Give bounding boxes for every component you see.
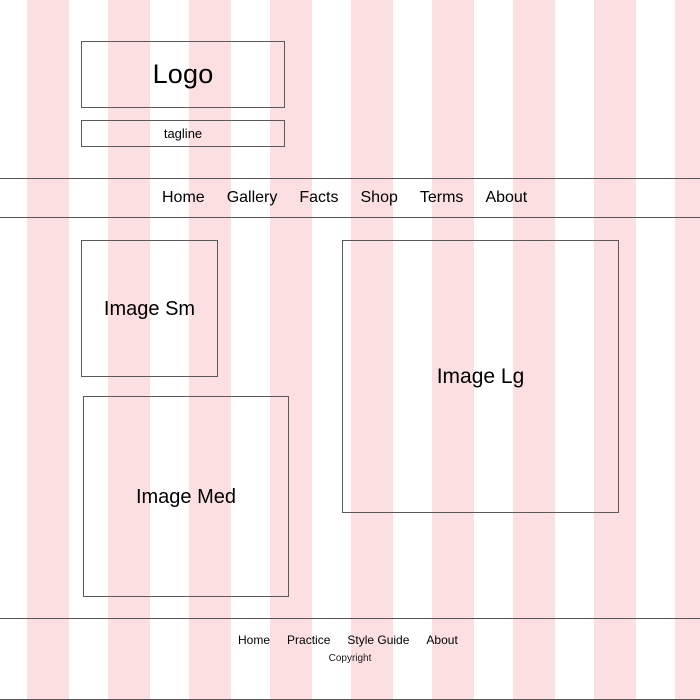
footer-item-about[interactable]: About bbox=[426, 634, 457, 646]
image-small-label: Image Sm bbox=[103, 297, 196, 320]
image-medium-label: Image Med bbox=[135, 485, 237, 508]
nav-item-home[interactable]: Home bbox=[162, 190, 205, 206]
image-placeholder-large[interactable]: Image Lg bbox=[342, 240, 619, 513]
copyright-text: Copyright bbox=[328, 653, 372, 664]
nav-item-gallery[interactable]: Gallery bbox=[227, 190, 278, 206]
tagline-label: tagline bbox=[163, 126, 203, 141]
nav-item-shop[interactable]: Shop bbox=[361, 190, 398, 206]
site-header: Logo tagline bbox=[0, 0, 700, 178]
main-content: Image Sm Image Med Image Lg bbox=[0, 218, 700, 618]
footer-item-home[interactable]: Home bbox=[238, 634, 270, 646]
logo-placeholder[interactable]: Logo bbox=[81, 41, 285, 108]
footer-item-style-guide[interactable]: Style Guide bbox=[347, 634, 409, 646]
nav-item-about[interactable]: About bbox=[485, 190, 527, 206]
page-wrapper: Logo tagline Home Gallery Facts Shop Ter… bbox=[0, 0, 700, 700]
image-placeholder-medium[interactable]: Image Med bbox=[83, 396, 289, 597]
main-navigation: Home Gallery Facts Shop Terms About bbox=[0, 178, 700, 218]
logo-label: Logo bbox=[152, 59, 214, 89]
tagline-placeholder: tagline bbox=[81, 120, 285, 147]
footer-item-practice[interactable]: Practice bbox=[287, 634, 330, 646]
nav-item-facts[interactable]: Facts bbox=[299, 190, 338, 206]
nav-item-terms[interactable]: Terms bbox=[420, 190, 464, 206]
main-nav-list: Home Gallery Facts Shop Terms About bbox=[162, 190, 527, 206]
site-footer: Home Practice Style Guide About Copyrigh… bbox=[0, 618, 700, 700]
footer-nav-list: Home Practice Style Guide About bbox=[238, 634, 458, 646]
image-large-label: Image Lg bbox=[436, 365, 525, 388]
image-placeholder-small[interactable]: Image Sm bbox=[81, 240, 218, 377]
